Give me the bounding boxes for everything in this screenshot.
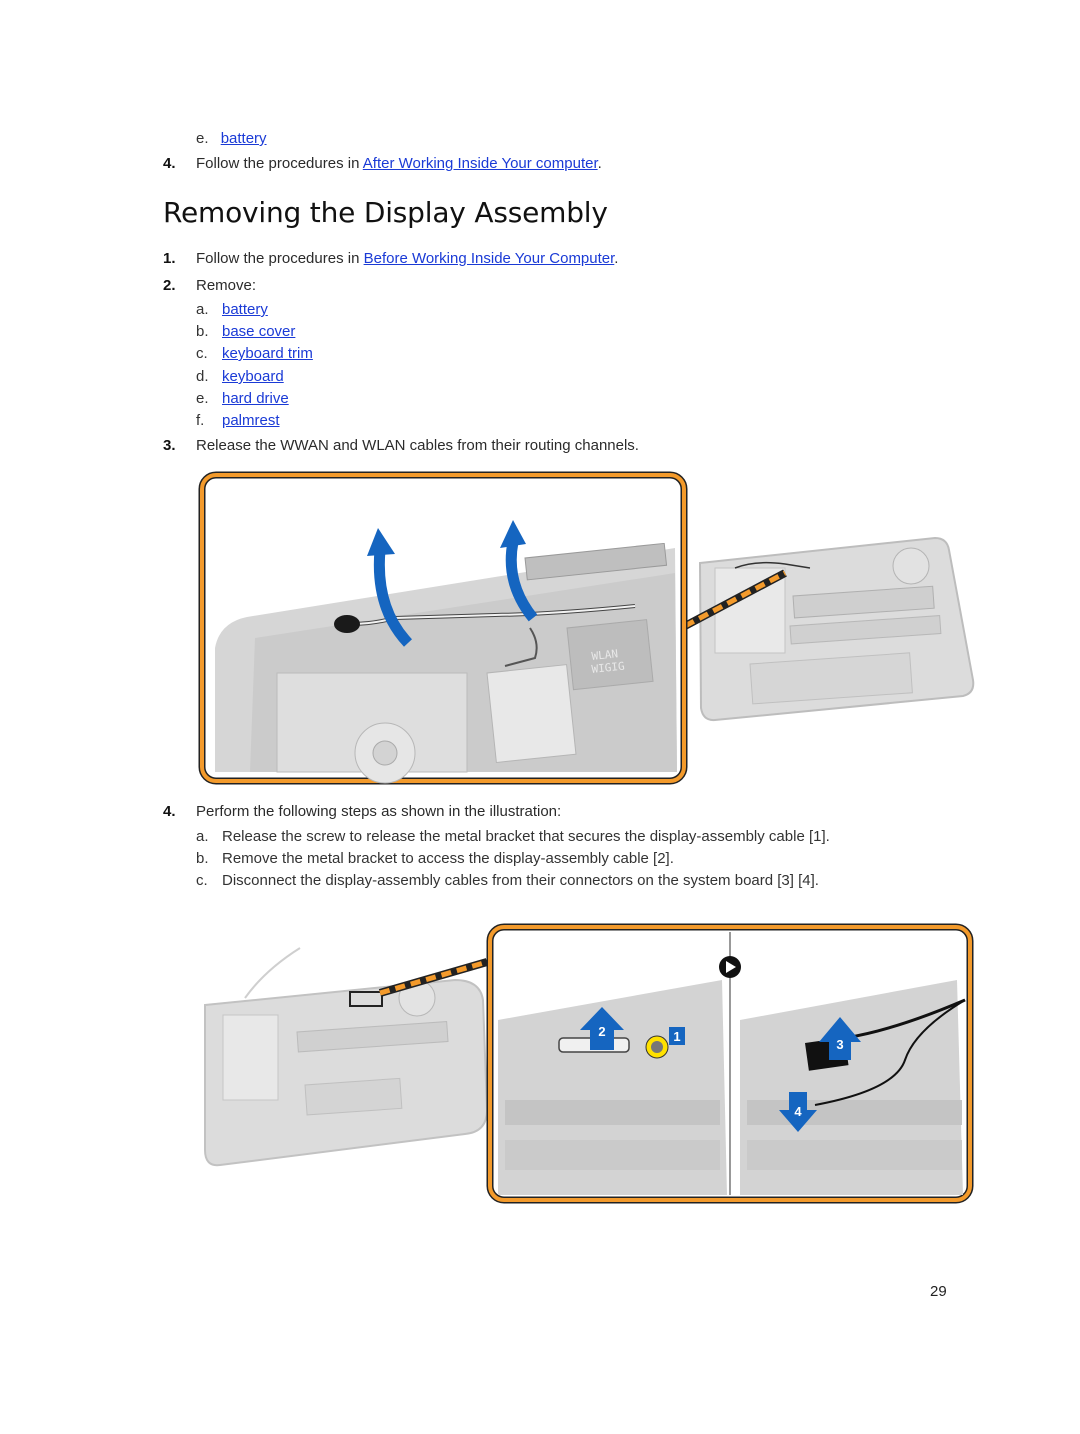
before-working-link[interactable]: Before Working Inside Your Computer (364, 250, 615, 267)
step-1: Follow the procedures in Before Working … (196, 249, 618, 269)
hard-drive-link[interactable]: hard drive (222, 390, 289, 407)
callout-number: 1 (673, 1029, 680, 1044)
prev-step-4: Follow the procedures in After Working I… (196, 154, 602, 174)
section-title: Removing the Display Assembly (163, 196, 608, 229)
substep-text: Release the screw to release the metal b… (222, 828, 830, 845)
prev-sub-item: e. battery (196, 129, 267, 149)
step-number: 2. (163, 277, 176, 294)
list-letter: e. (196, 130, 209, 147)
figure-illustration: WLAN WIGIG (198, 471, 975, 785)
figure-display-cable: 1 2 3 4 (195, 920, 980, 1205)
substep: b. Remove the metal bracket to access the… (196, 849, 674, 869)
keyboard-link[interactable]: keyboard (222, 368, 284, 385)
step-number: 4. (163, 155, 176, 172)
remove-item: a. battery (196, 300, 268, 320)
page-number: 29 (930, 1283, 947, 1300)
keyboard-trim-link[interactable]: keyboard trim (222, 345, 313, 362)
list-letter: b. (196, 323, 209, 340)
list-letter: a. (196, 828, 209, 845)
figure-illustration: 1 2 3 4 (204, 923, 974, 1204)
list-letter: c. (196, 872, 208, 889)
step-text: Follow the procedures in (196, 155, 363, 172)
callout-number: 4 (794, 1104, 802, 1119)
figure-wwan-wlan-cables: WLAN WIGIG (195, 468, 980, 788)
list-letter: f. (196, 412, 205, 429)
step-text: Follow the procedures in (196, 250, 364, 267)
list-letter: e. (196, 390, 209, 407)
base-cover-link[interactable]: base cover (222, 323, 295, 340)
step-number: 3. (163, 437, 176, 454)
battery-link[interactable]: battery (222, 301, 268, 318)
callout-number: 3 (836, 1037, 843, 1052)
battery-link[interactable]: battery (221, 130, 267, 147)
substep-text: Remove the metal bracket to access the d… (222, 850, 674, 867)
punct: . (614, 250, 619, 267)
substep-text: Disconnect the display-assembly cables f… (222, 872, 819, 889)
step-4: Perform the following steps as shown in … (196, 803, 562, 820)
list-letter: b. (196, 850, 209, 867)
substep: a. Release the screw to release the metal… (196, 827, 830, 847)
punct: . (597, 155, 602, 172)
callout-number: 2 (598, 1024, 605, 1039)
list-letter: c. (196, 345, 208, 362)
step-number: 4. (163, 803, 176, 820)
list-letter: a. (196, 301, 209, 318)
remove-item: d. keyboard (196, 367, 284, 387)
substep: c. Disconnect the display-assembly cables… (196, 871, 819, 891)
after-working-link[interactable]: After Working Inside Your computer (363, 155, 598, 172)
laptop-overview (204, 947, 489, 1167)
remove-item: e. hard drive (196, 389, 289, 409)
remove-item: b. base cover (196, 322, 295, 342)
step-2: Remove: (196, 277, 257, 294)
step-3: Release the WWAN and WLAN cables from th… (196, 437, 639, 454)
step-number: 1. (163, 250, 176, 267)
list-letter: d. (196, 368, 209, 385)
palmrest-link[interactable]: palmrest (222, 412, 280, 429)
remove-item: c. keyboard trim (196, 344, 313, 364)
remove-item: f. palmrest (196, 411, 280, 431)
callout-1: 1 (669, 1027, 685, 1045)
laptop-overview (698, 536, 975, 722)
